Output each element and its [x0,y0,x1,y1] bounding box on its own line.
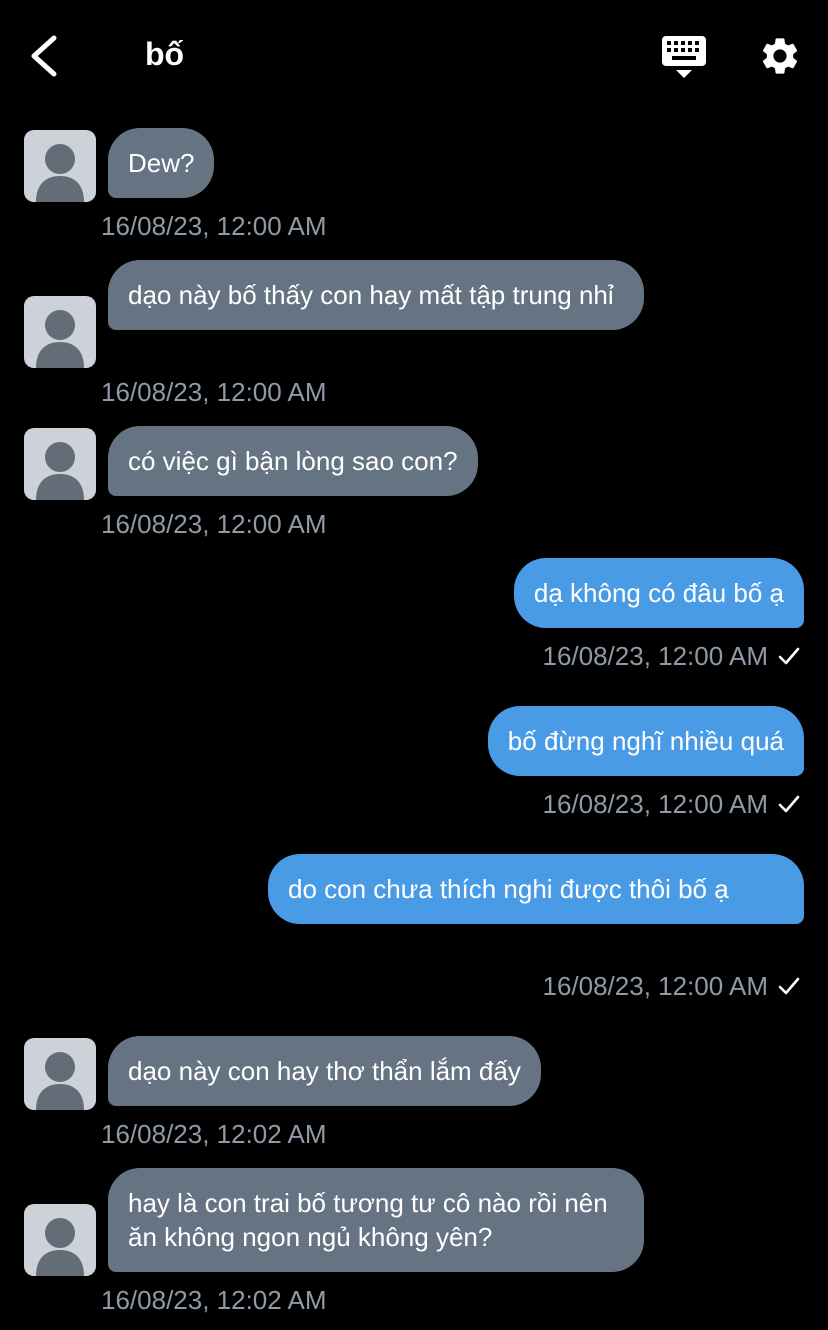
message-timestamp: 16/08/23, 12:00 AM [101,211,327,241]
chat-title: bố [145,36,185,72]
avatar[interactable] [24,1204,96,1276]
message-bubble[interactable]: hay là con trai bố tương tư cô nào rồi n… [108,1168,644,1272]
message-bubble[interactable]: Dew? [108,128,215,198]
keyboard-icon [662,36,706,78]
avatar[interactable] [24,428,96,500]
message-bubble[interactable]: dạo này bố thấy con hay mất tập trung nh… [108,260,644,330]
person-placeholder-icon [36,442,84,500]
message-bubble[interactable]: do con chưa thích nghi được thôi bố ạ [268,854,804,924]
checkmark-icon [778,977,800,995]
avatar[interactable] [24,1038,96,1110]
person-placeholder-icon [36,1052,84,1110]
message-timestamp: 16/08/23, 12:00 AM [101,509,327,539]
message-timestamp: 16/08/23, 12:00 AM [542,789,768,819]
chat-screen: bố Dew? 16/08/23, 12:00 AM dạo này bố th… [0,0,828,1330]
chat-header: bố [0,0,828,110]
message-timestamp: 16/08/23, 12:00 AM [542,971,768,1001]
message-timestamp: 16/08/23, 12:02 AM [101,1285,327,1315]
message-bubble[interactable]: bố đừng nghĩ nhiều quá [487,706,804,776]
chevron-left-icon [31,35,57,77]
checkmark-icon [778,795,800,813]
gear-icon [762,38,798,74]
message-bubble[interactable]: dạo này con hay thơ thẩn lắm đấy [108,1036,541,1106]
person-placeholder-icon [36,1218,84,1276]
message-timestamp: 16/08/23, 12:02 AM [101,1119,327,1149]
settings-button[interactable] [758,34,802,78]
checkmark-icon [778,647,800,665]
keyboard-toggle-button[interactable] [660,34,708,80]
person-placeholder-icon [36,310,84,368]
message-timestamp: 16/08/23, 12:00 AM [542,641,768,671]
message-bubble[interactable]: có việc gì bận lòng sao con? [108,426,478,496]
message-timestamp: 16/08/23, 12:00 AM [101,377,327,407]
avatar[interactable] [24,296,96,368]
person-placeholder-icon [36,144,84,202]
back-button[interactable] [26,34,66,78]
message-bubble[interactable]: dạ không có đâu bố ạ [513,558,804,628]
avatar[interactable] [24,130,96,202]
